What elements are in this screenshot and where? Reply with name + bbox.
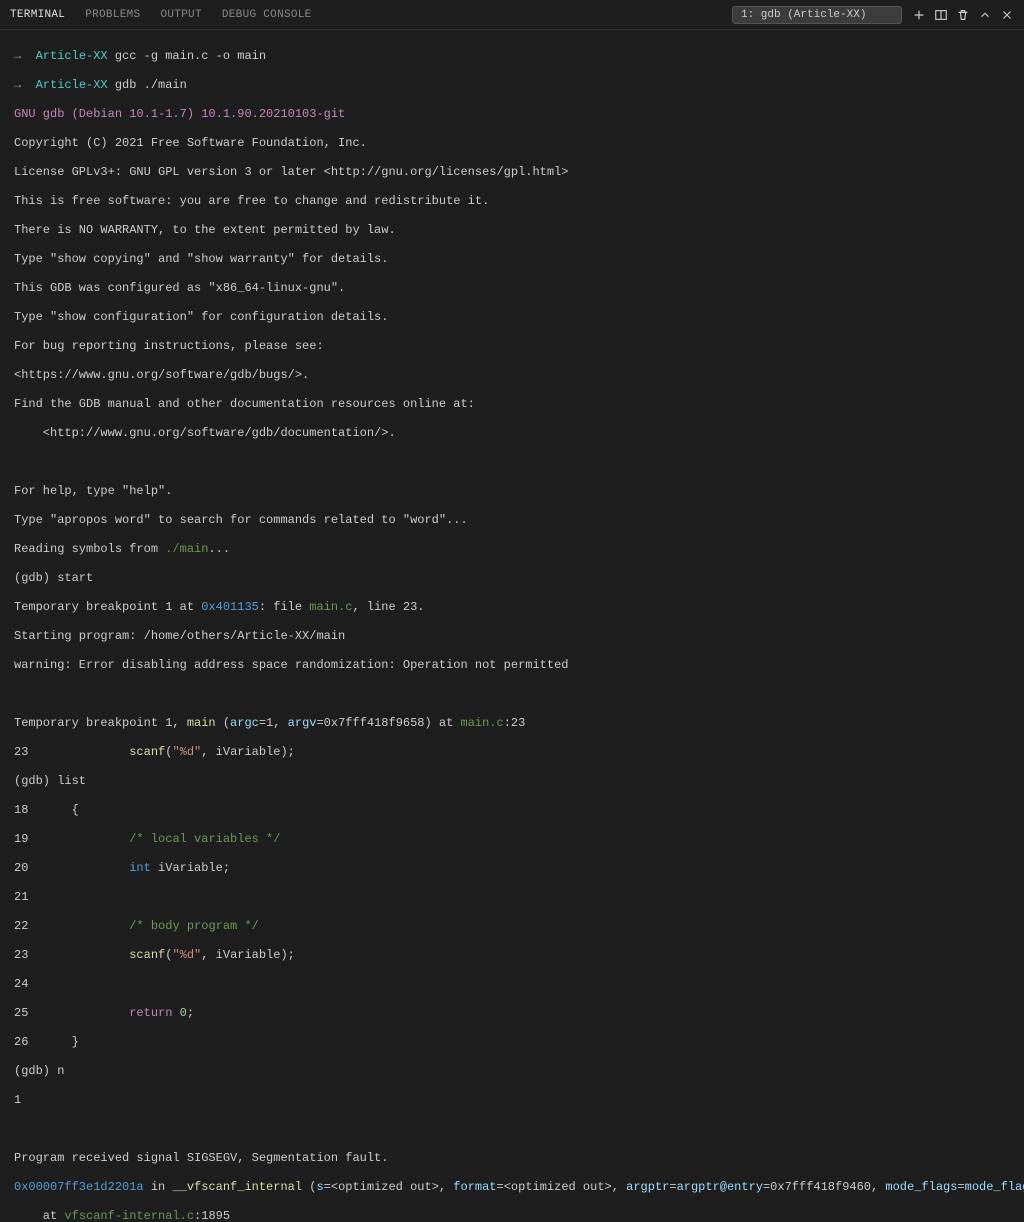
kill-terminal-icon[interactable] <box>956 8 970 22</box>
tab-debug-console[interactable]: DEBUG CONSOLE <box>222 9 312 21</box>
tab-terminal[interactable]: TERMINAL <box>10 9 65 21</box>
split-terminal-icon[interactable] <box>934 8 948 22</box>
terminal-selector-dropdown[interactable]: 1: gdb (Article-XX) <box>732 6 902 24</box>
tab-output[interactable]: OUTPUT <box>160 9 201 21</box>
tab-problems[interactable]: PROBLEMS <box>85 9 140 21</box>
terminal-selector-label: 1: gdb (Article-XX) <box>741 9 866 21</box>
new-terminal-icon[interactable] <box>912 8 926 22</box>
close-panel-icon[interactable] <box>1000 8 1014 22</box>
maximize-panel-icon[interactable] <box>978 8 992 22</box>
panel-header: TERMINAL PROBLEMS OUTPUT DEBUG CONSOLE 1… <box>0 0 1024 30</box>
terminal-output[interactable]: → Article-XX gcc -g main.c -o main → Art… <box>0 30 1024 1222</box>
terminal-toolbar: 1: gdb (Article-XX) <box>732 6 1014 24</box>
panel-tabs: TERMINAL PROBLEMS OUTPUT DEBUG CONSOLE <box>10 9 732 21</box>
